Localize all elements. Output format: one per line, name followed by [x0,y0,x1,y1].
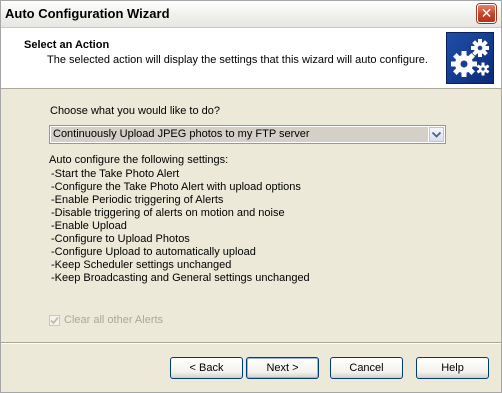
back-button[interactable]: < Back [170,357,243,379]
list-item: -Configure the Take Photo Alert with upl… [51,181,301,193]
clear-alerts-checkbox[interactable] [49,314,60,326]
page-subtitle: The selected action will display the set… [47,54,428,66]
footer-divider [1,342,501,344]
next-button[interactable]: Next > [246,357,319,379]
wizard-header: Select an Action The selected action wil… [1,28,501,89]
clear-alerts-label: Clear all other Alerts [64,314,164,326]
help-button[interactable]: Help [416,357,489,379]
checkmark-icon [50,316,59,324]
action-prompt: Choose what you would like to do? [50,105,220,117]
wizard-window: Auto Configuration Wizard ✕ Select an Ac… [0,0,502,393]
close-icon: ✕ [480,5,493,22]
gears-icon [446,32,494,84]
window-title: Auto Configuration Wizard [5,6,170,21]
list-item: -Enable Upload [51,220,127,232]
list-item: -Configure Upload to automatically uploa… [51,246,256,258]
settings-heading: Auto configure the following settings: [49,154,229,166]
list-item: -Start the Take Photo Alert [51,168,180,180]
list-item: -Disable triggering of alerts on motion … [51,207,285,219]
action-dropdown-value: Continuously Upload JPEG photos to my FT… [51,127,428,142]
list-item: -Enable Periodic triggering of Alerts [51,194,224,206]
chevron-down-icon[interactable] [429,127,444,142]
list-item: -Keep Broadcasting and General settings … [51,272,310,284]
list-item: -Configure to Upload Photos [51,233,190,245]
list-item: -Keep Scheduler settings unchanged [51,259,232,271]
cancel-button[interactable]: Cancel [330,357,403,379]
settings-list: -Start the Take Photo Alert -Configure t… [51,168,310,285]
wizard-content: Choose what you would like to do? Contin… [1,89,501,343]
action-dropdown[interactable]: Continuously Upload JPEG photos to my FT… [49,125,446,144]
close-button[interactable]: ✕ [477,4,496,23]
title-bar[interactable]: Auto Configuration Wizard ✕ [1,1,501,28]
page-title: Select an Action [24,39,110,51]
clear-alerts-option[interactable]: Clear all other Alerts [49,313,163,327]
